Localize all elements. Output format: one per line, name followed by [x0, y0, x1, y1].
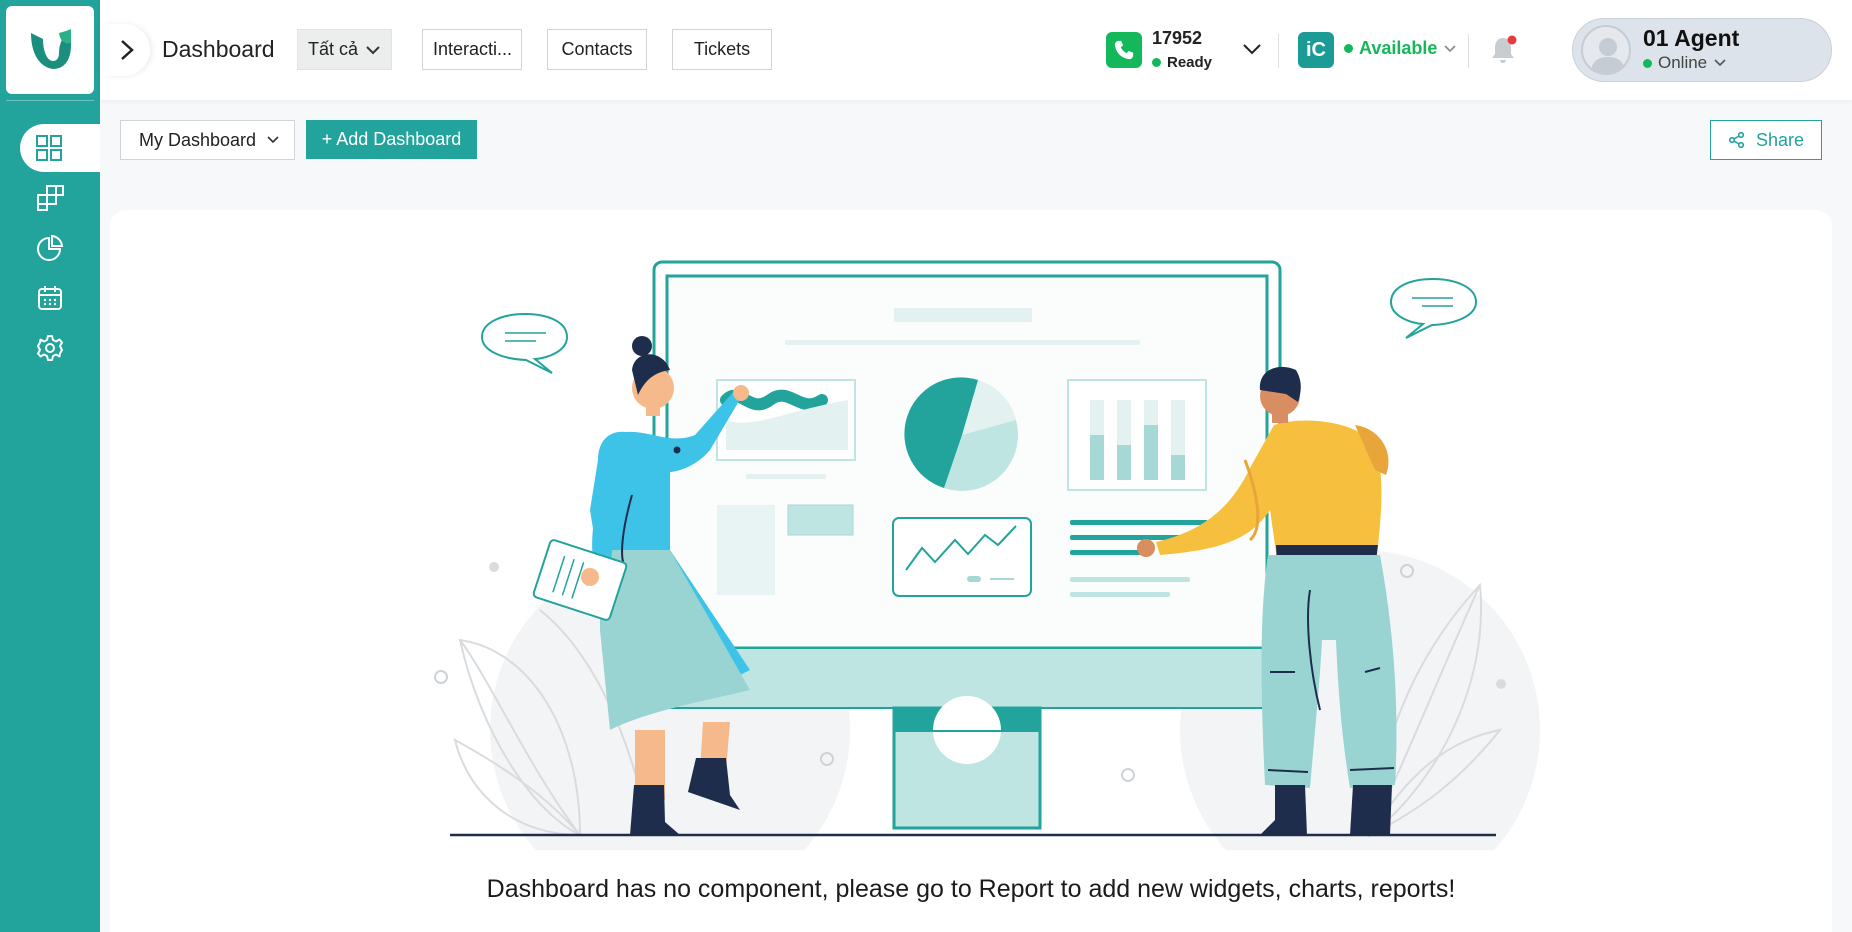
filter-all-button[interactable]: Tất cả: [297, 29, 393, 70]
user-icon: [1591, 38, 1625, 73]
divider: [1468, 34, 1469, 68]
ic-logo-icon: iC: [1298, 32, 1334, 68]
empty-dashboard-illustration: [434, 260, 1540, 850]
ready-dot: [1152, 58, 1161, 67]
filter-interactions-label: Interacti...: [433, 39, 513, 59]
sidebar-item-dashboard[interactable]: [20, 124, 100, 172]
sidebar: [0, 0, 100, 932]
agent-status: Online: [1643, 53, 1727, 73]
available-dot: [1344, 44, 1353, 53]
filter-all-label: Tất cả: [308, 39, 359, 59]
dashboard-select-label: My Dashboard: [139, 129, 257, 150]
filter-contacts-label: Contacts: [561, 39, 633, 59]
filter-interactions-button[interactable]: Interacti...: [422, 29, 522, 70]
chevron-right-icon: [121, 40, 134, 60]
add-dashboard-button[interactable]: + Add Dashboard: [306, 120, 477, 159]
notifications-button[interactable]: [1488, 34, 1518, 71]
sidebar-item-settings[interactable]: [0, 324, 100, 372]
blocks-icon: [37, 185, 64, 211]
agent-name: 01 Agent: [1643, 25, 1740, 51]
dashboard-icon: [36, 135, 62, 161]
bell-icon: [1492, 35, 1517, 63]
app-logo[interactable]: [6, 6, 94, 94]
sidebar-item-calendar[interactable]: [0, 274, 100, 322]
sidebar-item-reports[interactable]: [0, 224, 100, 272]
phone-status-label: Ready: [1167, 54, 1213, 71]
dashboard-content: Dashboard has no component, please go to…: [110, 210, 1832, 932]
availability-dropdown[interactable]: Available: [1344, 38, 1457, 59]
phone-status: Ready: [1152, 54, 1212, 71]
avatar: [1581, 25, 1631, 75]
empty-state-message: Dashboard has no component, please go to…: [486, 875, 1456, 903]
share-icon: [1728, 131, 1745, 149]
calendar-icon: [38, 286, 62, 310]
share-label: Share: [1755, 129, 1805, 150]
chevron-down-icon: [1714, 59, 1726, 67]
agent-status-label: Online: [1658, 53, 1708, 72]
page-title: Dashboard: [162, 36, 275, 62]
phone-menu-chevron-icon[interactable]: [1242, 42, 1262, 56]
pie-chart-icon: [37, 234, 64, 261]
sidebar-divider: [6, 100, 94, 101]
leaf-logo-icon: [31, 29, 71, 69]
extension-number: 17952: [1152, 28, 1203, 48]
chevron-down-icon: [267, 136, 279, 144]
filter-tickets-label: Tickets: [693, 39, 751, 59]
sidebar-toggle-button[interactable]: [104, 24, 150, 76]
divider: [1278, 34, 1279, 68]
chevron-down-icon: [366, 45, 380, 54]
online-dot: [1643, 58, 1652, 68]
filter-tickets-button[interactable]: Tickets: [672, 29, 772, 70]
agent-profile[interactable]: 01 Agent Online: [1572, 18, 1832, 82]
settings-icon: [37, 335, 63, 361]
top-bar: Dashboard Tất cả Interacti... Contacts T…: [100, 0, 1852, 100]
share-button[interactable]: Share: [1710, 120, 1822, 160]
dashboard-select[interactable]: My Dashboard: [120, 120, 295, 160]
chevron-down-icon: [1444, 44, 1456, 52]
phone-icon[interactable]: [1106, 32, 1142, 68]
availability-label: Available: [1359, 38, 1438, 58]
filter-contacts-button[interactable]: Contacts: [547, 29, 647, 70]
sidebar-item-blocks[interactable]: [0, 174, 100, 222]
